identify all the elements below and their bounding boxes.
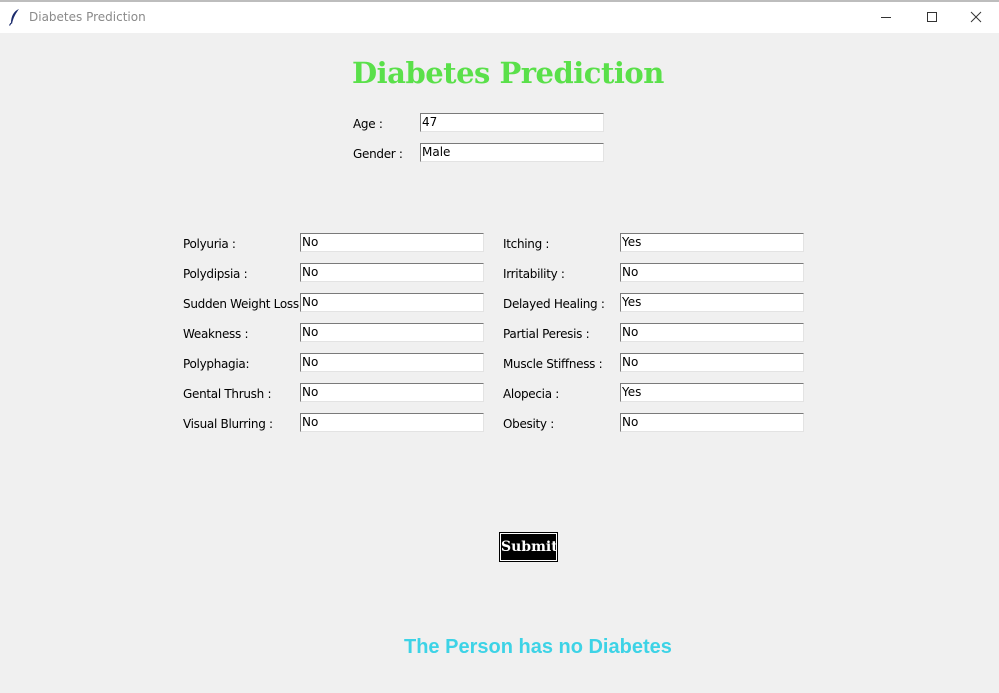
prediction-result: The Person has no Diabetes bbox=[404, 636, 672, 658]
gender-field[interactable]: Male bbox=[420, 143, 604, 162]
visual-blurring-field[interactable]: No bbox=[300, 413, 484, 432]
itching-field[interactable]: Yes bbox=[620, 233, 804, 252]
visual-blurring-label: Visual Blurring : bbox=[183, 417, 273, 431]
sudden-weight-loss-field[interactable]: No bbox=[300, 293, 484, 312]
partial-peresis-field[interactable]: No bbox=[620, 323, 804, 342]
obesity-field[interactable]: No bbox=[620, 413, 804, 432]
obesity-label: Obesity : bbox=[503, 417, 554, 431]
age-field[interactable]: 47 bbox=[420, 113, 604, 132]
delayed-healing-field[interactable]: Yes bbox=[620, 293, 804, 312]
alopecia-label: Alopecia : bbox=[503, 387, 560, 401]
page-title: Diabetes Prediction bbox=[352, 56, 664, 90]
window-title: Diabetes Prediction bbox=[29, 10, 146, 24]
close-icon bbox=[970, 11, 982, 23]
irritability-label: Irritability : bbox=[503, 267, 565, 281]
polyphagia-label: Polyphagia: bbox=[183, 357, 250, 371]
minimize-button[interactable] bbox=[863, 2, 909, 33]
weakness-label: Weakness : bbox=[183, 327, 249, 341]
irritability-field[interactable]: No bbox=[620, 263, 804, 282]
polydipsia-field[interactable]: No bbox=[300, 263, 484, 282]
polyuria-field[interactable]: No bbox=[300, 233, 484, 252]
polyuria-label: Polyuria : bbox=[183, 237, 236, 251]
gender-label: Gender : bbox=[353, 147, 403, 161]
gental-thrush-label: Gental Thrush : bbox=[183, 387, 272, 401]
muscle-stiffness-field[interactable]: No bbox=[620, 353, 804, 372]
maximize-button[interactable] bbox=[909, 2, 955, 33]
age-label: Age : bbox=[353, 117, 383, 131]
weakness-field[interactable]: No bbox=[300, 323, 484, 342]
maximize-icon bbox=[927, 12, 937, 22]
minimize-icon bbox=[881, 17, 891, 18]
itching-label: Itching : bbox=[503, 237, 550, 251]
muscle-stiffness-label: Muscle Stiffness : bbox=[503, 357, 603, 371]
delayed-healing-label: Delayed Healing : bbox=[503, 297, 605, 311]
sudden-weight-loss-label: Sudden Weight Loss : bbox=[183, 297, 307, 311]
submit-button[interactable]: Submit bbox=[499, 532, 558, 562]
title-bar: Diabetes Prediction bbox=[0, 0, 999, 33]
feather-icon bbox=[8, 9, 19, 26]
polydipsia-label: Polydipsia : bbox=[183, 267, 248, 281]
close-button[interactable] bbox=[953, 2, 999, 33]
alopecia-field[interactable]: Yes bbox=[620, 383, 804, 402]
polyphagia-field[interactable]: No bbox=[300, 353, 484, 372]
partial-peresis-label: Partial Peresis : bbox=[503, 327, 590, 341]
gental-thrush-field[interactable]: No bbox=[300, 383, 484, 402]
